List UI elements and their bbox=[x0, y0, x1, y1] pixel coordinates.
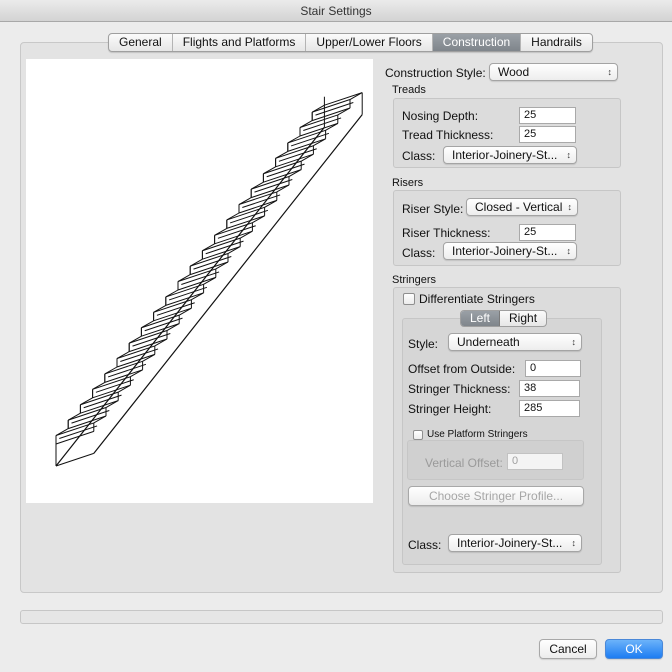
popup-arrows-icon: ↕ bbox=[567, 202, 573, 212]
risers-heading: Risers bbox=[392, 177, 424, 189]
offset-from-outside-input[interactable]: 0 bbox=[525, 360, 581, 377]
differentiate-stringers-label: Differentiate Stringers bbox=[419, 292, 535, 306]
stringer-side-segmented: Left Right bbox=[460, 310, 548, 327]
status-bar bbox=[20, 610, 663, 624]
risers-class-value: Interior-Joinery-St... bbox=[452, 244, 558, 258]
use-platform-stringers-label: Use Platform Stringers bbox=[427, 429, 528, 440]
treads-class-label: Class: bbox=[402, 149, 436, 163]
riser-thickness-input[interactable]: 25 bbox=[519, 224, 576, 241]
tab-upper-lower-floors[interactable]: Upper/Lower Floors bbox=[306, 34, 433, 51]
popup-arrows-icon: ↕ bbox=[571, 538, 577, 548]
stringer-style-label: Style: bbox=[408, 337, 439, 351]
risers-class-popup[interactable]: Interior-Joinery-St... ↕ bbox=[443, 242, 577, 260]
construction-style-label: Construction Style: bbox=[385, 66, 486, 80]
riser-style-popup[interactable]: Closed - Vertical ↕ bbox=[466, 198, 578, 216]
riser-thickness-label: Riser Thickness: bbox=[402, 226, 491, 240]
treads-class-popup[interactable]: Interior-Joinery-St... ↕ bbox=[443, 146, 577, 164]
tread-thickness-label: Tread Thickness: bbox=[402, 128, 494, 142]
construction-style-popup[interactable]: Wood ↕ bbox=[489, 63, 618, 81]
treads-class-value: Interior-Joinery-St... bbox=[452, 148, 558, 162]
tab-bar: General Flights and Platforms Upper/Lowe… bbox=[108, 33, 593, 52]
stair-line bbox=[55, 126, 325, 467]
popup-arrows-icon: ↕ bbox=[571, 337, 577, 347]
differentiate-stringers-checkbox[interactable] bbox=[403, 293, 415, 305]
offset-from-outside-label: Offset from Outside: bbox=[408, 362, 516, 376]
stringers-heading: Stringers bbox=[392, 274, 437, 286]
stringers-class-value: Interior-Joinery-St... bbox=[457, 536, 563, 550]
riser-style-label: Riser Style: bbox=[402, 202, 464, 216]
choose-stringer-profile-button[interactable]: Choose Stringer Profile... bbox=[408, 486, 584, 506]
stair-line bbox=[324, 92, 363, 106]
stringer-style-popup[interactable]: Underneath ↕ bbox=[448, 333, 582, 351]
construction-style-value: Wood bbox=[498, 65, 530, 79]
vertical-offset-input[interactable]: 0 bbox=[507, 453, 563, 470]
stringer-thickness-input[interactable]: 38 bbox=[519, 380, 580, 397]
stringer-thickness-label: Stringer Thickness: bbox=[408, 382, 511, 396]
popup-arrows-icon: ↕ bbox=[566, 246, 572, 256]
tab-construction[interactable]: Construction bbox=[432, 34, 522, 51]
stair-drawing bbox=[55, 92, 363, 467]
tread-thickness-input[interactable]: 25 bbox=[519, 126, 576, 143]
riser-style-value: Closed - Vertical bbox=[475, 200, 563, 214]
treads-heading: Treads bbox=[392, 84, 426, 96]
stair-line bbox=[93, 114, 363, 454]
popup-arrows-icon: ↕ bbox=[607, 67, 613, 77]
tab-left[interactable]: Left bbox=[461, 311, 501, 326]
tab-handrails[interactable]: Handrails bbox=[521, 34, 592, 51]
stringer-height-label: Stringer Height: bbox=[408, 402, 492, 416]
stringer-style-value: Underneath bbox=[457, 335, 520, 349]
popup-arrows-icon: ↕ bbox=[566, 150, 572, 160]
use-platform-stringers-checkbox[interactable] bbox=[413, 430, 423, 440]
ok-button[interactable]: OK bbox=[605, 639, 663, 659]
cancel-button[interactable]: Cancel bbox=[539, 639, 597, 659]
stringers-class-label: Class: bbox=[408, 538, 442, 552]
risers-class-label: Class: bbox=[402, 246, 436, 260]
nosing-depth-label: Nosing Depth: bbox=[402, 109, 479, 123]
nosing-depth-input[interactable]: 25 bbox=[519, 107, 576, 124]
tab-general[interactable]: General bbox=[109, 34, 173, 51]
stringer-height-input[interactable]: 285 bbox=[519, 400, 580, 417]
stair-preview bbox=[26, 59, 373, 503]
stringers-class-popup[interactable]: Interior-Joinery-St... ↕ bbox=[448, 534, 582, 552]
window-title: Stair Settings bbox=[0, 0, 672, 22]
vertical-offset-label: Vertical Offset: bbox=[425, 456, 503, 470]
tab-flights-and-platforms[interactable]: Flights and Platforms bbox=[173, 34, 307, 51]
tab-right[interactable]: Right bbox=[500, 311, 546, 326]
